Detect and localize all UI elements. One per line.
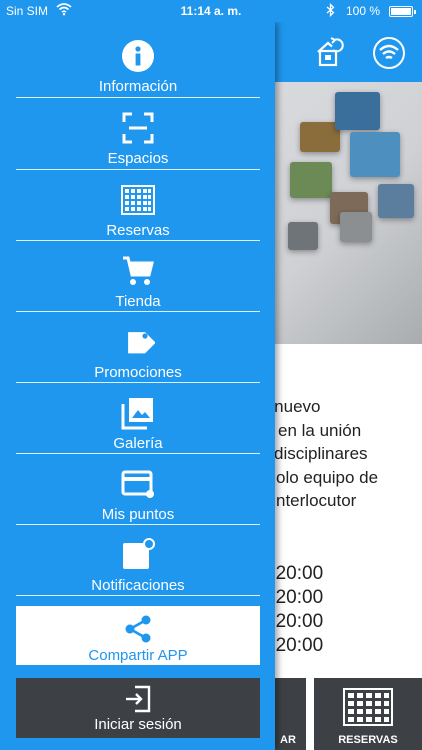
menu-item-label: Mis puntos — [101, 506, 175, 523]
menu-item-label: Espacios — [107, 150, 169, 167]
calendar-grid-icon — [343, 688, 393, 726]
menu-item-label: Reservas — [106, 222, 170, 239]
status-bar: Sin SIM 11:14 a. m. 100 % — [0, 0, 422, 22]
calendar-grid-icon — [121, 183, 155, 217]
info-icon — [121, 39, 155, 73]
menu-item-label: Promociones — [94, 364, 182, 381]
scan-frame-icon — [121, 111, 155, 145]
card-icon — [121, 467, 155, 501]
share-app-button[interactable]: Compartir APP — [16, 606, 260, 665]
reservas-bottom-button[interactable]: RESERVAS — [314, 678, 422, 750]
menu-item-promociones[interactable]: Promociones — [16, 310, 260, 381]
menu-item-label: Galería — [113, 435, 163, 452]
divider — [16, 595, 260, 596]
menu-item-label: Información — [98, 78, 178, 95]
shopping-cart-icon — [121, 254, 155, 288]
tag-icon — [121, 325, 156, 359]
menu-item-label: Tienda — [115, 293, 161, 310]
menu-item-label: Notificaciones — [91, 577, 185, 594]
share-app-label: Compartir APP — [88, 647, 188, 664]
navigation-drawer: Información Espacios Reservas Tienda Pro… — [0, 22, 275, 750]
home-refresh-icon[interactable] — [312, 36, 346, 70]
battery-percent: 100 % — [346, 4, 381, 18]
menu-item-notificaciones[interactable]: Notificaciones — [16, 523, 260, 594]
menu-item-tienda[interactable]: Tienda — [16, 239, 260, 310]
battery-icon — [389, 6, 416, 17]
menu-item-informacion[interactable]: Información — [16, 24, 260, 95]
menu-item-reservas[interactable]: Reservas — [16, 168, 260, 239]
login-label: Iniciar sesión — [94, 716, 182, 733]
wifi-circle-icon[interactable] — [372, 36, 406, 70]
login-button[interactable]: Iniciar sesión — [16, 678, 260, 738]
login-icon — [123, 684, 153, 714]
reservas-bottom-label: RESERVAS — [338, 734, 398, 746]
notification-icon — [121, 538, 155, 572]
photo-library-icon — [121, 396, 155, 430]
menu-item-espacios[interactable]: Espacios — [16, 96, 260, 167]
menu-item-mis-puntos[interactable]: Mis puntos — [16, 452, 260, 523]
share-icon — [121, 612, 155, 646]
menu-item-galeria[interactable]: Galería — [16, 381, 260, 452]
bluetooth-icon — [326, 2, 335, 20]
